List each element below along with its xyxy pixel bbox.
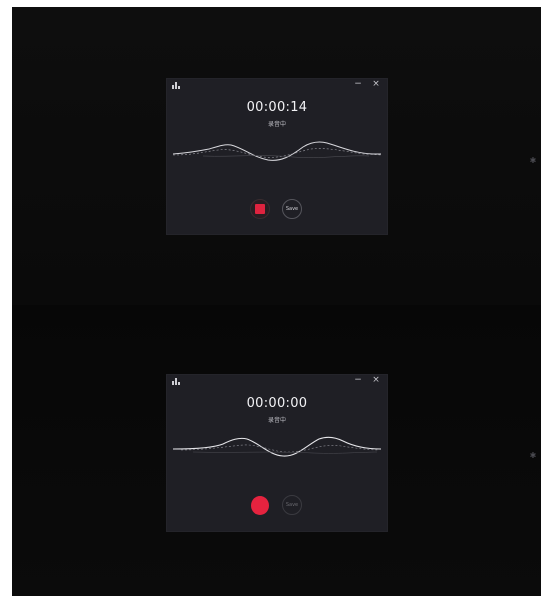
elapsed-timer: 00:00:00 — [246, 396, 308, 411]
minimize-button[interactable]: − — [351, 79, 365, 91]
recorder-window: − × 00:00:00 录音中 Save — [167, 375, 387, 531]
control-bar: Save — [167, 493, 387, 517]
record-icon — [251, 495, 269, 515]
close-button[interactable]: × — [369, 375, 383, 387]
waveform-visualizer — [173, 141, 381, 161]
title-bar: − × — [167, 79, 387, 93]
settings-icon[interactable]: ✱ — [529, 157, 537, 165]
settings-icon[interactable]: ✱ — [529, 452, 537, 460]
control-bar: Save — [167, 197, 387, 221]
audio-bars-icon — [172, 82, 181, 89]
audio-bars-icon — [172, 378, 181, 385]
save-button[interactable]: Save — [282, 495, 302, 515]
stop-button[interactable] — [250, 199, 270, 219]
stop-icon — [255, 204, 265, 214]
close-button[interactable]: × — [369, 79, 383, 91]
save-button[interactable]: Save — [282, 199, 302, 219]
title-bar: − × — [167, 375, 387, 389]
minimize-button[interactable]: − — [351, 375, 365, 387]
record-button[interactable] — [250, 495, 270, 515]
recorder-window: − × 00:00:14 录音中 Save — [167, 79, 387, 234]
recording-status: 录音中 — [267, 417, 286, 424]
waveform-visualizer — [173, 436, 381, 457]
screen-idle: − × 00:00:00 录音中 Save ✱ — [12, 305, 541, 596]
elapsed-timer: 00:00:14 — [246, 100, 308, 115]
screen-recording: − × 00:00:14 录音中 Save ✱ — [12, 7, 541, 305]
recording-status: 录音中 — [267, 121, 286, 128]
